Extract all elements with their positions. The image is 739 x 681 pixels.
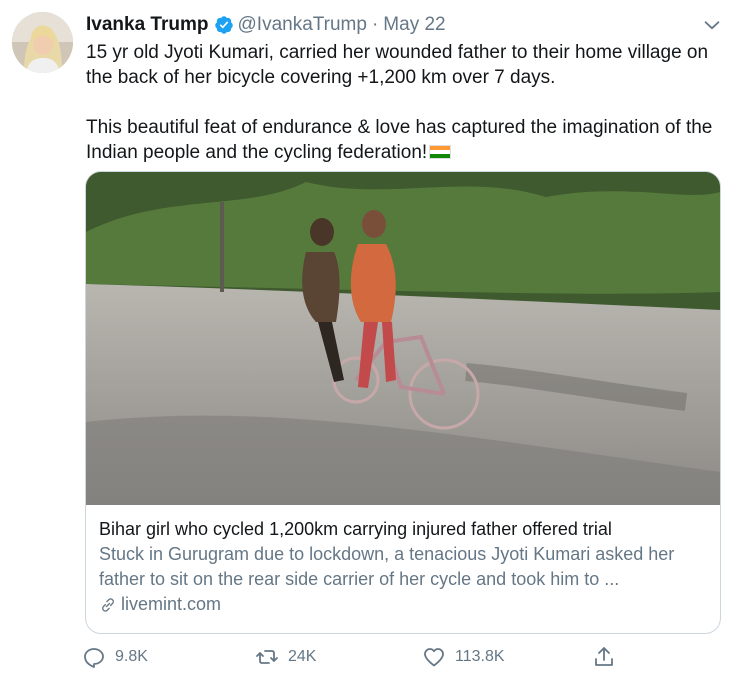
link-preview-card[interactable]: Bihar girl who cycled 1,200km carrying i…	[85, 171, 721, 634]
tweet-paragraph-2: This beautiful feat of endurance & love …	[86, 115, 726, 165]
like-count: 113.8K	[455, 648, 505, 665]
share-icon	[595, 647, 613, 666]
tweet[interactable]: Ivanka Trump @IvankaTrump · May 22 15 yr…	[0, 0, 739, 681]
retweet-count: 24K	[288, 648, 317, 665]
card-title: Bihar girl who cycled 1,200km carrying i…	[99, 519, 612, 539]
verified-badge-icon	[214, 15, 234, 35]
like-button[interactable]: 113.8K	[422, 645, 505, 669]
tweet-date[interactable]: May 22	[383, 14, 445, 36]
card-image	[86, 172, 720, 505]
tweet-paragraph-1: 15 yr old Jyoti Kumari, carried her woun…	[86, 42, 709, 88]
reply-count: 9.8K	[115, 648, 148, 665]
more-options-caret-icon[interactable]	[701, 14, 723, 36]
tweet-actions: 9.8K 24K 113.8K	[82, 645, 622, 671]
tweet-paragraph-2-text: This beautiful feat of endurance & love …	[86, 117, 713, 163]
author-name[interactable]: Ivanka Trump	[86, 14, 209, 36]
card-domain-text: livemint.com	[121, 594, 222, 614]
link-icon	[102, 597, 114, 612]
card-description: Stuck in Gurugram due to lockdown, a ten…	[99, 544, 675, 589]
separator-dot: ·	[371, 14, 379, 35]
reply-button[interactable]: 9.8K	[82, 645, 148, 669]
heart-icon	[424, 648, 444, 667]
author-handle[interactable]: @IvankaTrump	[238, 14, 367, 36]
avatar[interactable]	[12, 12, 73, 73]
retweet-button[interactable]: 24K	[255, 645, 316, 669]
card-domain: livemint.com	[99, 592, 707, 617]
share-button[interactable]	[592, 645, 625, 669]
card-body: Bihar girl who cycled 1,200km carrying i…	[86, 505, 720, 617]
tweet-header: Ivanka Trump @IvankaTrump · May 22	[86, 12, 446, 38]
reply-icon	[84, 648, 104, 668]
retweet-icon	[256, 650, 278, 664]
tweet-text: 15 yr old Jyoti Kumari, carried her woun…	[86, 40, 726, 165]
india-flag-icon	[429, 145, 452, 159]
